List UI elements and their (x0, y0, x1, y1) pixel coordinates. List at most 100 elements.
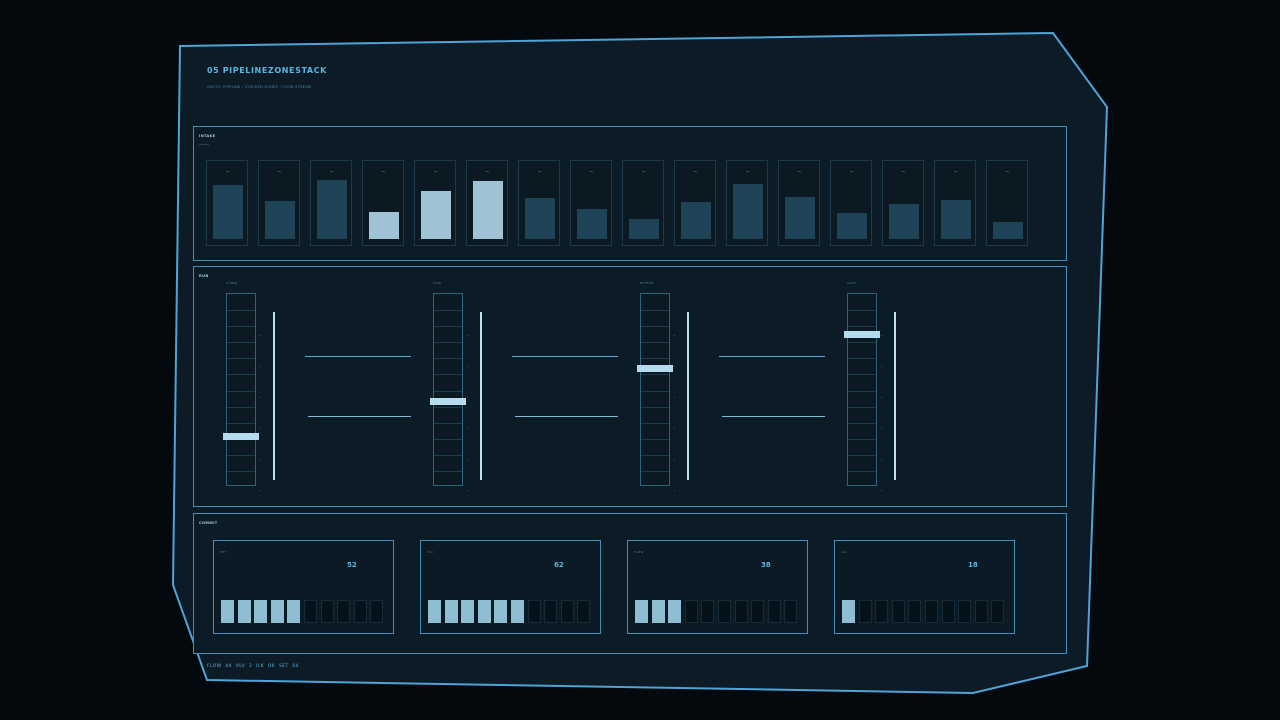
bar-tick (590, 171, 593, 172)
intake-bar-cell (414, 160, 456, 246)
meter-segment-filled (237, 600, 251, 623)
track-segment (434, 342, 462, 343)
scale-dot (674, 490, 675, 491)
bar-tick (226, 171, 229, 172)
scale-dot (260, 397, 261, 398)
meter-segment-filled (428, 600, 441, 623)
track-segment (848, 455, 876, 456)
intake-bar-cell (622, 160, 664, 246)
scale-dot (260, 366, 261, 367)
meter-segment-filled (477, 600, 491, 623)
card-value: 38 (761, 561, 771, 569)
intake-bar-cell (778, 160, 820, 246)
meter-segment-empty (958, 600, 972, 623)
meter-segment-empty (544, 600, 558, 623)
slider-label: GATE (847, 281, 857, 285)
slider-track[interactable] (226, 293, 256, 486)
bar-tick (1006, 171, 1009, 172)
track-segment (641, 471, 669, 472)
bar-tick (642, 171, 645, 172)
track-segment (848, 471, 876, 472)
level-rail (687, 312, 689, 480)
slider-label: BUFFER (640, 281, 654, 285)
intake-bar-cell (986, 160, 1028, 246)
meter-segment-filled (254, 600, 268, 623)
scale-dot (674, 335, 675, 336)
meter-segment-filled (494, 600, 508, 623)
scale-dot (467, 335, 468, 336)
track-segment (848, 374, 876, 375)
track-segment (227, 391, 255, 392)
track-segment (848, 423, 876, 424)
flow-connector (305, 356, 411, 357)
track-segment (641, 310, 669, 311)
commit-panel: COMMIT SET 52 VLV 62 FLOW 38 ILK 18 (193, 513, 1067, 654)
card-label: SET (220, 550, 227, 554)
track-segment (227, 326, 255, 327)
slider-track[interactable] (433, 293, 463, 486)
scale-dot (674, 459, 675, 460)
track-segment (227, 358, 255, 359)
intake-bar (889, 204, 919, 239)
track-segment (434, 407, 462, 408)
intake-bar (369, 212, 399, 239)
flow-connector (308, 416, 411, 417)
slider-handle[interactable] (637, 364, 673, 372)
intake-bar (317, 180, 347, 239)
meter-segment-empty (337, 600, 351, 623)
scale-dot (881, 428, 882, 429)
scale-dot (881, 490, 882, 491)
slider-handle[interactable] (223, 432, 259, 440)
track-segment (227, 342, 255, 343)
run-label: RUN (199, 274, 209, 278)
slider-track[interactable] (640, 293, 670, 486)
intake-bar (785, 197, 815, 239)
track-segment (848, 391, 876, 392)
intake-bar-cell (882, 160, 924, 246)
track-segment (848, 358, 876, 359)
intake-bar-cell (466, 160, 508, 246)
bar-tick (434, 171, 437, 172)
track-segment (848, 439, 876, 440)
track-segment (641, 326, 669, 327)
scale-dot (260, 459, 261, 460)
bar-tick (278, 171, 281, 172)
meter-segment-filled (842, 600, 855, 623)
scale-dot (260, 335, 261, 336)
page-title: 05 PIPELINEZONESTACK (207, 66, 327, 75)
meter-segment-filled (444, 600, 458, 623)
card-value: 18 (968, 561, 978, 569)
level-rail (894, 312, 896, 480)
track-segment (227, 471, 255, 472)
meter-segment-empty (941, 600, 955, 623)
track-segment (641, 374, 669, 375)
track-segment (641, 407, 669, 408)
slider-label: FLTR (433, 281, 442, 285)
level-rail (480, 312, 482, 480)
slider-label: CHNNL (226, 281, 239, 285)
track-segment (434, 439, 462, 440)
slider-track[interactable] (847, 293, 877, 486)
track-segment (848, 310, 876, 311)
flow-connector (512, 356, 618, 357)
slider-handle[interactable] (844, 330, 880, 338)
track-segment (227, 455, 255, 456)
intake-bar (265, 201, 295, 239)
meter-segment-filled (511, 600, 524, 623)
label-underline (199, 144, 209, 145)
meter-segment-empty (718, 600, 731, 623)
slider-handle[interactable] (430, 397, 466, 405)
meter-segment-empty (370, 600, 384, 623)
scale-dot (881, 366, 882, 367)
meter-segment-filled (287, 600, 301, 623)
meter-segment-empty (304, 600, 317, 623)
intake-bar (681, 202, 711, 239)
card-value: 62 (554, 561, 564, 569)
meter-segment-empty (560, 600, 574, 623)
meter-segment-empty (784, 600, 798, 623)
intake-bar-cell (362, 160, 404, 246)
bar-tick (486, 171, 489, 172)
meter-segment-empty (320, 600, 334, 623)
scale-dot (467, 459, 468, 460)
intake-label: INTAKE (199, 134, 216, 138)
